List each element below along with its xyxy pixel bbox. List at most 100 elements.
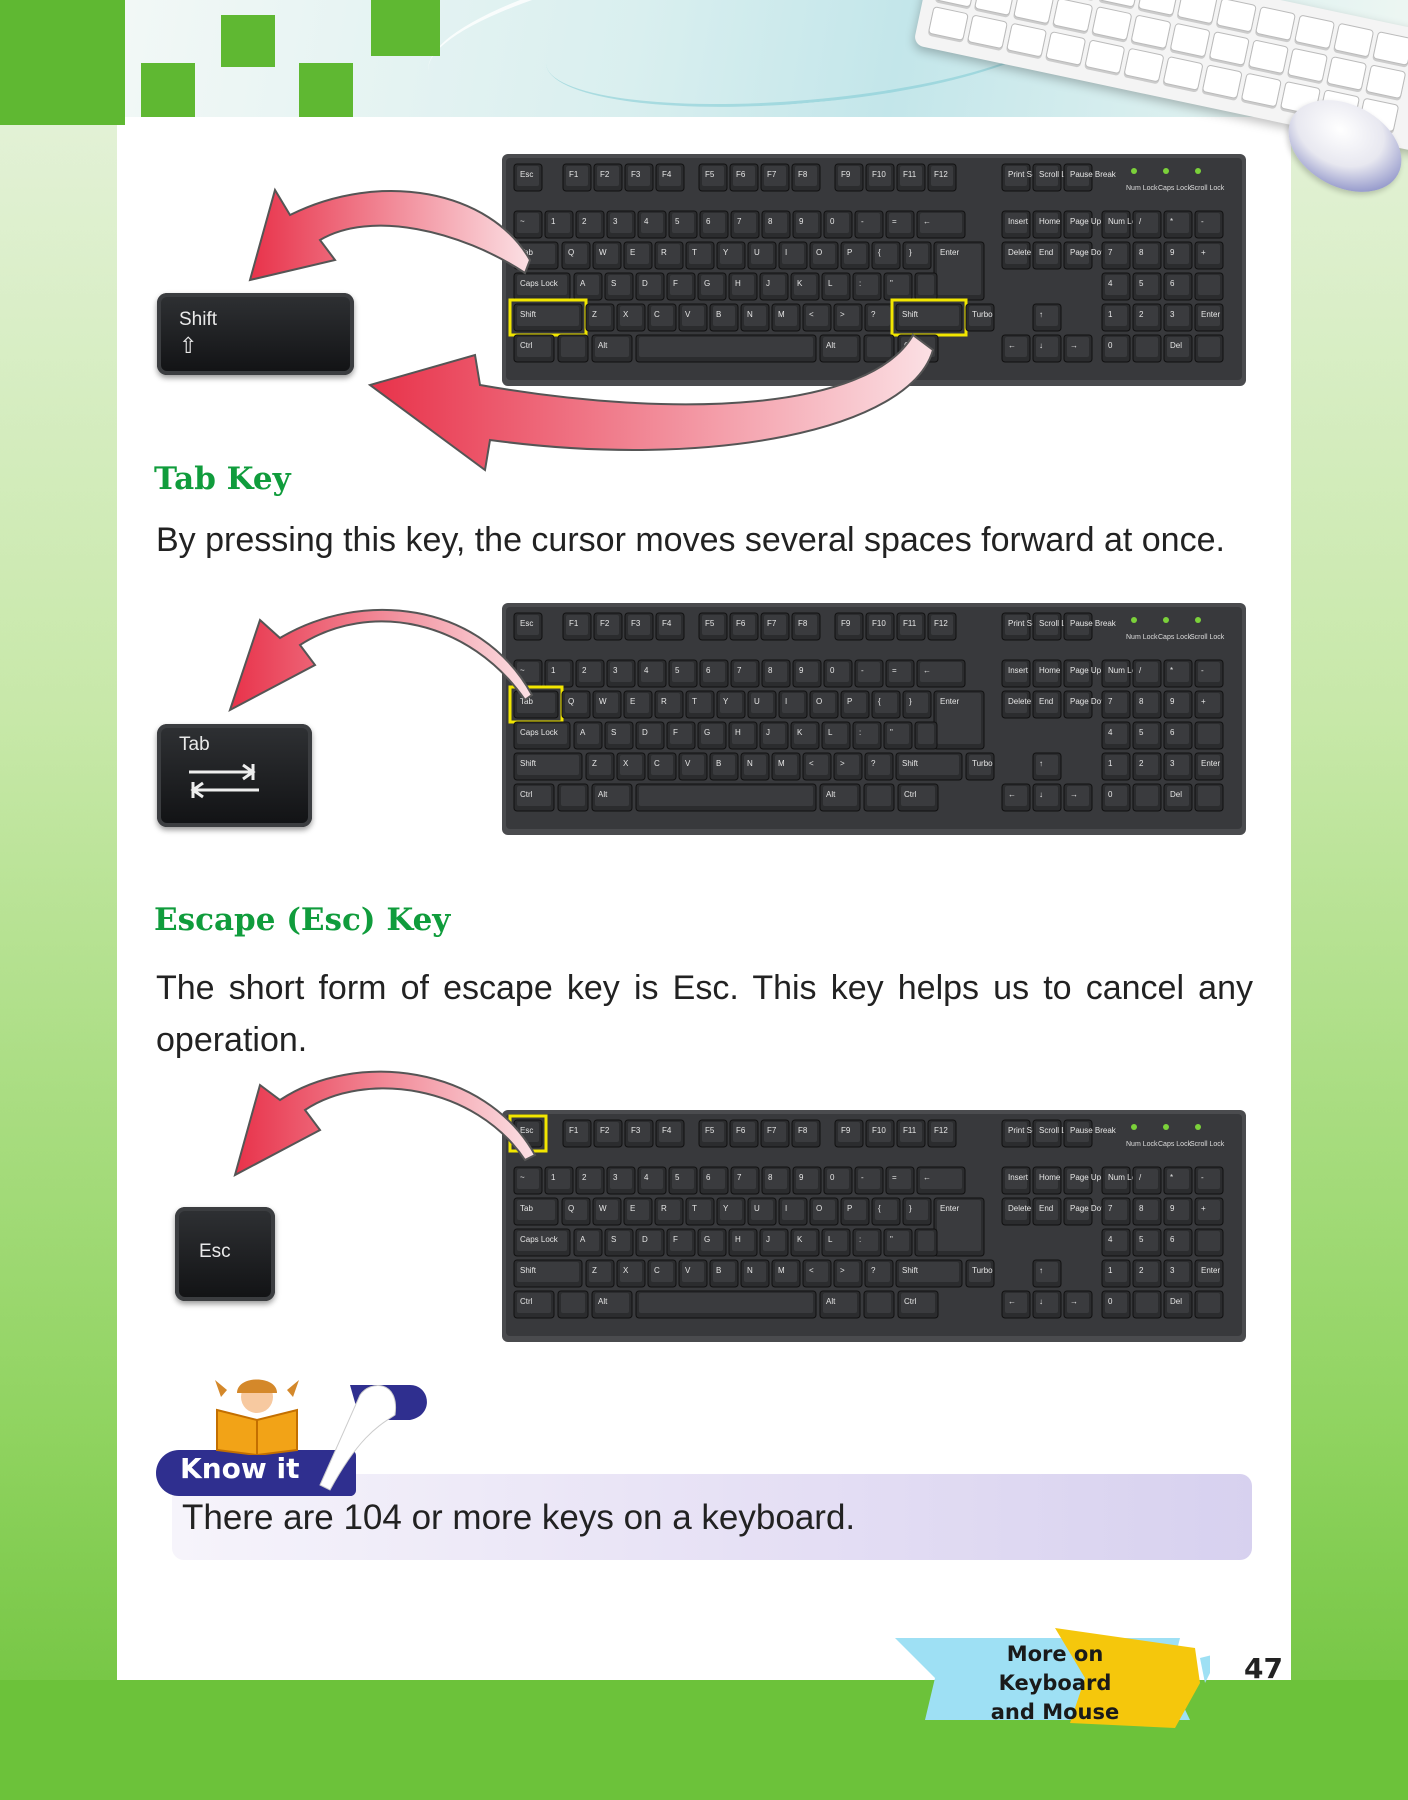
numpad-key: [1194, 272, 1224, 301]
chapter-title: More on Keyboard and Mouse: [955, 1640, 1155, 1727]
numpad-key: 2: [1132, 1259, 1162, 1288]
numpad-key: +: [1194, 241, 1224, 270]
svg-text:X: X: [623, 1266, 629, 1275]
numpad-key: *: [1163, 659, 1193, 688]
letter-key: L: [821, 1228, 851, 1257]
svg-text:V: V: [685, 759, 691, 768]
svg-text:Home: Home: [1039, 666, 1061, 675]
svg-text:F3: F3: [631, 1126, 641, 1135]
svg-text:>: >: [840, 1266, 845, 1275]
letter-key: W: [592, 1197, 622, 1226]
decor-key: [1247, 39, 1289, 75]
keyboard-image-tab: Esc F1 F2 F3 F4 F5 F6 F7 F8 F9 F10 F11 F12 Print Scre…: [502, 603, 1246, 840]
svg-text:+: +: [1201, 248, 1206, 257]
svg-text:R: R: [661, 1204, 667, 1213]
svg-text:L: L: [828, 728, 833, 737]
letter-key: I: [778, 690, 808, 719]
letter-key: [914, 1228, 938, 1257]
svg-text:Shift: Shift: [520, 1266, 537, 1275]
svg-text:*: *: [1170, 1173, 1173, 1182]
svg-text:Ctrl: Ctrl: [520, 1297, 533, 1306]
svg-text:8: 8: [768, 666, 773, 675]
decor-key: [1098, 0, 1140, 8]
letter-key: A: [573, 1228, 603, 1257]
numpad-key: 8: [1132, 241, 1162, 270]
letter-key: W: [592, 690, 622, 719]
chapter-title-line1: More on Keyboard: [998, 1642, 1112, 1695]
svg-text:4: 4: [644, 1173, 649, 1182]
letter-key: <: [802, 1259, 832, 1288]
svg-text:Q: Q: [568, 697, 574, 706]
nav-key: Insert: [1001, 210, 1031, 239]
letter-key: D: [635, 1228, 665, 1257]
numpad-key: 1: [1101, 1259, 1131, 1288]
svg-text:F2: F2: [600, 619, 610, 628]
fn-key: F9: [834, 1119, 864, 1148]
decor-key: [1130, 14, 1172, 50]
svg-text:F5: F5: [705, 1126, 715, 1135]
letter-key: ": [883, 1228, 913, 1257]
fn-key: F4: [655, 1119, 685, 1148]
decor-key: [1084, 39, 1126, 75]
tab-key-label: Tab: [179, 734, 210, 755]
svg-text:Del: Del: [1170, 790, 1182, 799]
svg-text:Pause Break: Pause Break: [1070, 170, 1117, 179]
number-key: 9: [792, 1166, 822, 1195]
svg-text:<: <: [809, 759, 814, 768]
fn-key: F9: [834, 612, 864, 641]
status-led-label: Scroll Lock: [1190, 634, 1225, 641]
arrow-key: ↑: [1032, 303, 1062, 332]
letter-key: Caps Lock: [513, 1228, 571, 1257]
svg-text:I: I: [785, 697, 787, 706]
svg-text:7: 7: [1108, 697, 1113, 706]
svg-text:N: N: [747, 1266, 753, 1275]
modifier-key: Ctrl: [897, 783, 939, 812]
decor-key: [1215, 0, 1257, 33]
decor-key: [927, 6, 969, 41]
letter-key: M: [771, 1259, 801, 1288]
status-led: [1163, 168, 1169, 174]
svg-text:?: ?: [871, 1266, 876, 1275]
status-led: [1163, 617, 1169, 623]
modifier-key: Ctrl: [897, 1290, 939, 1319]
numpad-key: 1: [1101, 303, 1131, 332]
letter-key: E: [623, 1197, 653, 1226]
svg-text:Alt: Alt: [598, 790, 608, 799]
svg-text:F7: F7: [767, 1126, 777, 1135]
letter-key: C: [647, 752, 677, 781]
svg-text:6: 6: [706, 666, 711, 675]
numpad-key: [1194, 334, 1224, 363]
number-key: 2: [575, 1166, 605, 1195]
keyboard-image-esc: Esc F1 F2 F3 F4 F5 F6 F7 F8 F9 F10 F11 F12 Print Scre…: [502, 1110, 1246, 1347]
letter-key: F: [666, 721, 696, 750]
svg-text:=: =: [892, 666, 897, 675]
numpad-key: 9: [1163, 241, 1193, 270]
decor-key: [1372, 31, 1408, 66]
svg-text:": ": [890, 728, 893, 737]
decor-key: [1006, 22, 1048, 58]
numpad-key: [1194, 1290, 1224, 1319]
svg-text:Tab: Tab: [520, 1204, 533, 1213]
fn-key: F12: [927, 1119, 957, 1148]
svg-text:Page Up: Page Up: [1070, 1173, 1102, 1182]
numpad-key: 5: [1132, 272, 1162, 301]
svg-text:F10: F10: [872, 619, 886, 628]
svg-text:B: B: [716, 1266, 721, 1275]
decor-square: [371, 0, 440, 56]
svg-text:3: 3: [613, 666, 618, 675]
letter-key: M: [771, 752, 801, 781]
svg-text:8: 8: [1139, 697, 1144, 706]
number-key: 4: [637, 659, 667, 688]
numpad-key: 5: [1132, 1228, 1162, 1257]
svg-text:T: T: [692, 1204, 697, 1213]
numpad-key: -: [1194, 1166, 1224, 1195]
svg-text:U: U: [754, 1204, 760, 1213]
svg-text:F8: F8: [798, 1126, 808, 1135]
arrow-key: ↑: [1032, 752, 1062, 781]
svg-text:↑: ↑: [1039, 759, 1043, 768]
svg-text:E: E: [630, 1204, 635, 1213]
numpad-key: [1194, 721, 1224, 750]
number-key: ←: [916, 659, 966, 688]
svg-text:S: S: [611, 1235, 616, 1244]
svg-text:C: C: [654, 1266, 660, 1275]
